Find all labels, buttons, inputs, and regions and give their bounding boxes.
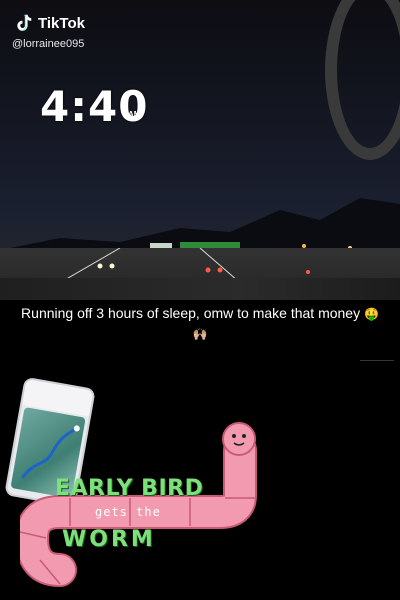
tiktok-brand-text: TikTok: [38, 14, 85, 32]
steering-wheel-icon: [325, 0, 400, 160]
sticker-early-bird: EARLY BIRD: [55, 476, 204, 501]
tiktok-watermark: TikTok: [12, 12, 85, 34]
ampm-label: AM: [128, 110, 141, 119]
sticker-gets-the: gets the: [95, 505, 161, 519]
worm-head: [222, 422, 256, 456]
caption-body: Running off 3 hours of sleep, omw to mak…: [21, 305, 361, 321]
caption-text: Running off 3 hours of sleep, omw to mak…: [20, 304, 380, 344]
username-label: @lorrainee095: [12, 38, 85, 50]
time-overlay: 4:40: [40, 82, 149, 131]
divider-line: [360, 360, 394, 361]
car-dashboard: [0, 278, 400, 300]
tiktok-logo-icon: [17, 14, 32, 31]
sticker-worm: WORM: [62, 527, 156, 552]
